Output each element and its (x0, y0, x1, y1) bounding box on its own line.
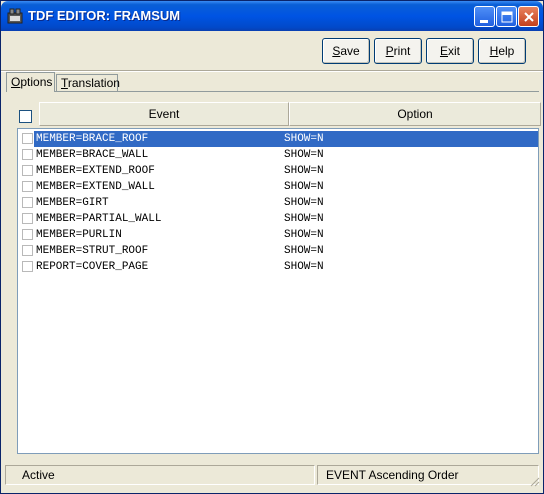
table-row[interactable]: MEMBER=EXTEND_ROOF SHOW=N (18, 163, 538, 179)
table-row[interactable]: MEMBER=GIRT SHOW=N (18, 195, 538, 211)
window-title: TDF EDITOR: FRAMSUM (28, 8, 181, 23)
minimize-icon (480, 20, 488, 23)
option-cell: SHOW=N (284, 165, 324, 177)
row-checkbox[interactable] (22, 165, 33, 176)
option-cell: SHOW=N (284, 149, 324, 161)
event-cell: MEMBER=EXTEND_WALL (36, 181, 155, 193)
event-cell: MEMBER=STRUT_ROOF (36, 245, 149, 257)
close-button[interactable] (518, 6, 539, 27)
event-cell: MEMBER=PURLIN (36, 229, 122, 241)
tab-options[interactable]: Options (6, 72, 55, 92)
event-cell: MEMBER=BRACE_ROOF (36, 133, 149, 145)
row-checkbox[interactable] (22, 229, 33, 240)
event-cell: MEMBER=GIRT (36, 197, 109, 209)
table-row[interactable]: MEMBER=EXTEND_WALL SHOW=N (18, 179, 538, 195)
print-button[interactable]: Print (374, 38, 422, 64)
status-state: Active (5, 465, 315, 485)
row-checkbox[interactable] (22, 181, 33, 192)
app-icon (7, 8, 23, 24)
column-header-option[interactable]: Option (289, 102, 541, 126)
table-row[interactable]: MEMBER=STRUT_ROOF SHOW=N (18, 243, 538, 259)
option-cell: SHOW=N (284, 261, 324, 273)
row-checkbox[interactable] (22, 149, 33, 160)
row-checkbox[interactable] (22, 261, 33, 272)
row-checkbox[interactable] (22, 197, 33, 208)
status-sort-order: EVENT Ascending Order (317, 465, 539, 485)
tab-panel-border (6, 91, 539, 92)
event-cell: MEMBER=PARTIAL_WALL (36, 213, 162, 225)
exit-button[interactable]: Exit (426, 38, 474, 64)
table-row[interactable]: MEMBER=BRACE_WALL SHOW=N (18, 147, 538, 163)
minimize-button[interactable] (474, 6, 495, 27)
select-all-checkbox[interactable] (19, 110, 32, 123)
option-cell: SHOW=N (284, 197, 324, 209)
maximize-button[interactable] (496, 6, 517, 27)
option-cell: SHOW=N (284, 213, 324, 225)
editor-window: TDF EDITOR: FRAMSUM Save Print Exit Help… (0, 0, 544, 494)
table-row[interactable]: MEMBER=PURLIN SHOW=N (18, 227, 538, 243)
option-cell: SHOW=N (284, 245, 324, 257)
event-cell: REPORT=COVER_PAGE (36, 261, 149, 273)
row-checkbox[interactable] (22, 213, 33, 224)
help-button[interactable]: Help (478, 38, 526, 64)
tab-translation[interactable]: Translation (56, 74, 120, 91)
event-cell: MEMBER=BRACE_WALL (36, 149, 149, 161)
resize-grip-icon[interactable] (528, 475, 540, 487)
table-row[interactable]: MEMBER=BRACE_ROOF SHOW=N (18, 131, 538, 147)
column-header-event[interactable]: Event (39, 102, 289, 126)
option-cell: SHOW=N (284, 229, 324, 241)
title-bar[interactable]: TDF EDITOR: FRAMSUM (1, 1, 543, 31)
event-cell: MEMBER=EXTEND_ROOF (36, 165, 155, 177)
table-row[interactable]: REPORT=COVER_PAGE SHOW=N (18, 259, 538, 275)
event-list[interactable]: MEMBER=BRACE_ROOF SHOW=N MEMBER=BRACE_WALL… (17, 128, 539, 454)
row-checkbox[interactable] (22, 245, 33, 256)
option-cell: SHOW=N (284, 181, 324, 193)
toolbar-separator (1, 70, 543, 72)
save-button[interactable]: Save (322, 38, 370, 64)
option-cell: SHOW=N (284, 133, 324, 145)
maximize-icon (501, 11, 513, 23)
table-row[interactable]: MEMBER=PARTIAL_WALL SHOW=N (18, 211, 538, 227)
row-checkbox[interactable] (22, 133, 33, 144)
close-icon (524, 12, 534, 22)
